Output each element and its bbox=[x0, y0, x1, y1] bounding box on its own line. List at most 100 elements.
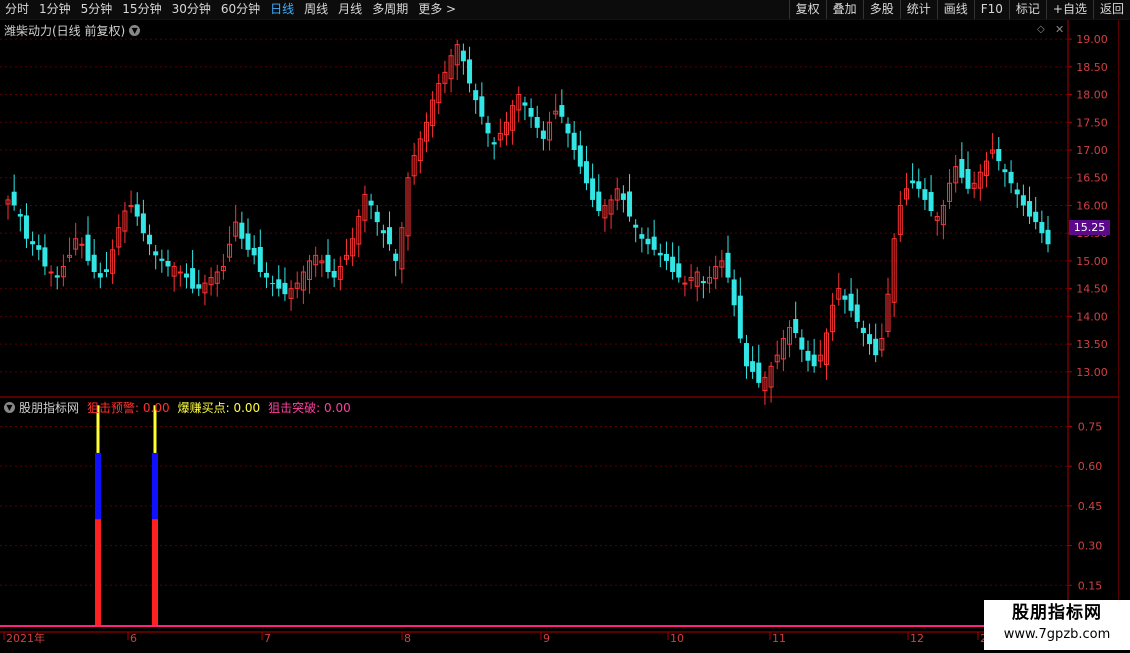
x-tick-label: 7 bbox=[264, 632, 271, 645]
indicator-tick-label: 0.75 bbox=[1078, 420, 1103, 433]
dropdown-icon[interactable]: ▼ bbox=[129, 25, 141, 36]
tool-button-5[interactable]: F10 bbox=[973, 0, 1009, 19]
kline-chart[interactable]: 19.0018.5018.0017.5017.0016.5016.0015.50… bbox=[0, 20, 1130, 650]
tool-buttons: 复权 叠加 多股 统计 画线 F10 标记 +自选 返回 bbox=[788, 0, 1130, 19]
price-tick-label: 17.50 bbox=[1076, 116, 1108, 129]
tab-period-3[interactable]: 15分钟 bbox=[117, 0, 166, 19]
chart-area[interactable]: 19.0018.5018.0017.5017.0016.5016.0015.50… bbox=[0, 20, 1130, 650]
candle-body-down bbox=[183, 273, 189, 278]
candle-body-down bbox=[965, 169, 971, 189]
candle-body-down bbox=[590, 178, 596, 200]
signal-bar-red bbox=[95, 519, 101, 625]
tab-period-2[interactable]: 5分钟 bbox=[76, 0, 118, 19]
period-tabs: 分时 1分钟 5分钟 15分钟 30分钟 60分钟 日线 周线 月线 多周期 更多 > bbox=[0, 0, 461, 19]
indicator-values: 狙击预警: 0.00 爆赚买点: 0.00 狙击突破: 0.00 bbox=[87, 399, 351, 416]
indicator-tick-label: 0.15 bbox=[1078, 579, 1103, 592]
diamond-icon[interactable]: ◇ bbox=[1037, 24, 1045, 35]
right-info-strip bbox=[1118, 20, 1130, 650]
candle-body-down bbox=[645, 238, 651, 245]
candle-body-down bbox=[565, 123, 571, 134]
tab-period-4[interactable]: 30分钟 bbox=[167, 0, 216, 19]
candle-body-down bbox=[670, 256, 676, 272]
candle-body-down bbox=[1008, 171, 1014, 184]
candle-body-down bbox=[257, 246, 263, 272]
tool-button-4[interactable]: 画线 bbox=[936, 0, 974, 19]
candle-body-down bbox=[165, 260, 171, 267]
price-tick-label: 18.50 bbox=[1076, 61, 1108, 74]
candle-body-down bbox=[657, 252, 663, 256]
x-tick-label: 11 bbox=[772, 632, 786, 645]
candle-body-down bbox=[910, 180, 916, 184]
tab-period-6[interactable]: 日线 bbox=[265, 0, 299, 19]
candle-body-down bbox=[620, 193, 626, 200]
candle-body-down bbox=[263, 272, 269, 278]
candle-body-down bbox=[1020, 195, 1026, 206]
candle-body-down bbox=[374, 211, 380, 223]
indicator-tick-label: 0.30 bbox=[1078, 540, 1103, 553]
tab-period-9[interactable]: 多周期 bbox=[367, 0, 413, 19]
candle-body-down bbox=[103, 269, 109, 272]
current-price-tag: 15.25 bbox=[1069, 220, 1110, 235]
candle-body-down bbox=[916, 181, 922, 189]
dropdown-icon[interactable]: ▼ bbox=[4, 402, 15, 413]
candle-body-down bbox=[36, 245, 42, 250]
tool-button-8[interactable]: 返回 bbox=[1092, 0, 1130, 19]
tab-period-0[interactable]: 分时 bbox=[0, 0, 34, 19]
x-tick-label: 9 bbox=[543, 632, 550, 645]
candle-body-down bbox=[731, 279, 737, 306]
top-toolbar: 分时 1分钟 5分钟 15分钟 30分钟 60分钟 日线 周线 月线 多周期 更多 > 复权 叠加 多股… bbox=[0, 0, 1130, 20]
price-tick-label: 19.00 bbox=[1076, 33, 1108, 46]
tab-period-5[interactable]: 60分钟 bbox=[216, 0, 265, 19]
candle-body-down bbox=[134, 204, 140, 217]
candle-body-down bbox=[799, 337, 805, 350]
candle-body-down bbox=[140, 213, 146, 234]
signal-bar-blue bbox=[152, 452, 158, 520]
watermark: 股朋指标网 www.7gpzb.com bbox=[984, 600, 1130, 650]
candle-body-down bbox=[750, 361, 756, 372]
tab-period-10[interactable]: 更多 > bbox=[413, 0, 461, 19]
candle-body-down bbox=[17, 214, 23, 217]
price-tick-label: 17.00 bbox=[1076, 144, 1108, 157]
price-panel-title: 潍柴动力(日线 前复权) ▼ bbox=[4, 22, 141, 39]
tool-button-7[interactable]: +自选 bbox=[1045, 0, 1093, 19]
tab-period-8[interactable]: 月线 bbox=[333, 0, 367, 19]
candle-body-down bbox=[860, 327, 866, 333]
x-tick-label: 10 bbox=[670, 632, 684, 645]
candle-body-down bbox=[380, 230, 386, 234]
tab-period-1[interactable]: 1分钟 bbox=[34, 0, 76, 19]
indicator-tick-label: 0.45 bbox=[1078, 500, 1103, 513]
candle-body-down bbox=[534, 117, 540, 128]
candle-body-down bbox=[85, 234, 91, 261]
candle-body-down bbox=[571, 132, 577, 150]
candle-body-down bbox=[577, 145, 583, 167]
tab-period-7[interactable]: 周线 bbox=[299, 0, 333, 19]
indicator-value-2: 狙击突破: 0.00 bbox=[268, 401, 351, 415]
candle-body-down bbox=[11, 191, 17, 206]
indicator-value-0: 狙击预警: 0.00 bbox=[87, 401, 170, 415]
x-tick-label: 12 bbox=[910, 632, 924, 645]
candle-body-down bbox=[922, 189, 928, 200]
watermark-title: 股朋指标网 bbox=[1012, 603, 1102, 623]
tool-button-3[interactable]: 统计 bbox=[899, 0, 937, 19]
close-icon[interactable]: ✕ bbox=[1055, 23, 1064, 36]
price-tick-label: 13.50 bbox=[1076, 338, 1108, 351]
candle-body-down bbox=[325, 254, 331, 272]
candle-body-down bbox=[583, 161, 589, 184]
candle-body-down bbox=[270, 283, 276, 285]
candle-body-down bbox=[1045, 229, 1051, 245]
tool-button-1[interactable]: 叠加 bbox=[825, 0, 863, 19]
tool-button-2[interactable]: 多股 bbox=[862, 0, 900, 19]
candle-body-down bbox=[368, 200, 374, 206]
candle-body-down bbox=[842, 295, 848, 300]
x-tick-label: 6 bbox=[130, 632, 137, 645]
candle-body-down bbox=[460, 50, 466, 62]
candle-body-down bbox=[873, 338, 879, 356]
signal-bar-blue bbox=[95, 452, 101, 520]
candle-body-down bbox=[805, 350, 811, 361]
candle-body-down bbox=[793, 319, 799, 333]
indicator-name[interactable]: 股朋指标网 bbox=[19, 399, 79, 416]
price-tick-label: 14.00 bbox=[1076, 310, 1108, 323]
tool-button-0[interactable]: 复权 bbox=[788, 0, 826, 19]
candle-body-down bbox=[479, 96, 485, 117]
tool-button-6[interactable]: 标记 bbox=[1008, 0, 1046, 19]
